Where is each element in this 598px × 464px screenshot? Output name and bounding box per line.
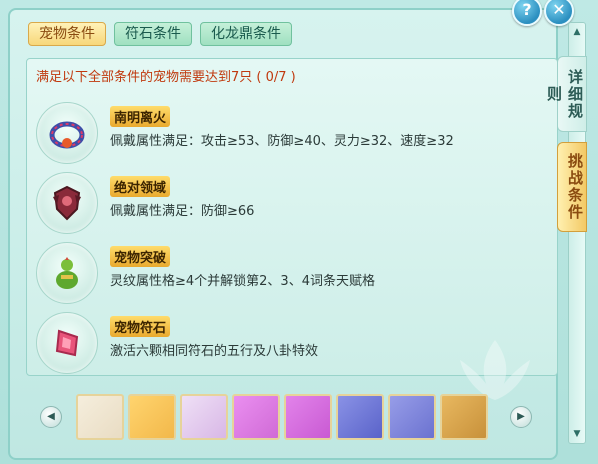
requirement-progress: ( 0/7 ) bbox=[256, 70, 296, 85]
requirement-header: 满足以下全部条件的宠物需要达到7只 ( 0/7 ) bbox=[36, 66, 296, 85]
scroll-down-icon[interactable]: ▼ bbox=[569, 427, 585, 441]
condition-row: 南明离火 佩戴属性满足：攻击≥53、防御≥40、灵力≥32、速度≥32 bbox=[36, 96, 556, 166]
pet-portrait-5[interactable] bbox=[284, 394, 332, 440]
pet-portrait-6[interactable] bbox=[336, 394, 384, 440]
requirement-text: 满足以下全部条件的宠物需要达到7只 bbox=[36, 70, 253, 85]
scroll-up-icon[interactable]: ▲ bbox=[569, 25, 585, 39]
condition-row: 宠物突破 灵纹属性格≥4个并解锁第2、3、4词条天赋格 bbox=[36, 236, 556, 306]
condition-description: 灵纹属性格≥4个并解锁第2、3、4词条天赋格 bbox=[110, 274, 375, 289]
prev-pets-button[interactable]: ◀ bbox=[40, 406, 62, 428]
pet-portrait-3[interactable] bbox=[180, 394, 228, 440]
pet-portrait-7[interactable] bbox=[388, 394, 436, 440]
tab-rune-conditions[interactable]: 符石条件 bbox=[114, 22, 192, 46]
armor-icon bbox=[36, 172, 98, 234]
condition-title: 绝对领域 bbox=[110, 176, 171, 197]
pet-portrait-4[interactable] bbox=[232, 394, 280, 440]
pet-strip: ◀ ▶ bbox=[38, 392, 538, 442]
side-tab-detailed-rules[interactable]: 详细规则 bbox=[545, 56, 587, 132]
next-pets-button[interactable]: ▶ bbox=[510, 406, 532, 428]
condition-description: 佩戴属性满足：防御≥66 bbox=[110, 204, 255, 219]
fire-ring-icon bbox=[36, 102, 98, 164]
pet-portrait-8[interactable] bbox=[440, 394, 488, 440]
gourd-icon bbox=[36, 242, 98, 304]
tab-pet-conditions[interactable]: 宠物条件 bbox=[28, 22, 106, 46]
pet-portrait-2[interactable] bbox=[128, 394, 176, 440]
condition-description: 佩戴属性满足：攻击≥53、防御≥40、灵力≥32、速度≥32 bbox=[110, 134, 454, 149]
rune-stone-icon bbox=[36, 312, 98, 374]
pet-list bbox=[76, 394, 488, 440]
pet-portrait-1[interactable] bbox=[76, 394, 124, 440]
condition-title: 宠物突破 bbox=[110, 246, 171, 267]
condition-description: 激活六颗相同符石的五行及八卦特效 bbox=[110, 344, 319, 359]
condition-tabs: 宠物条件 符石条件 化龙鼎条件 bbox=[28, 22, 292, 46]
condition-row: 绝对领域 佩戴属性满足：防御≥66 bbox=[36, 166, 556, 236]
condition-title: 南明离火 bbox=[110, 106, 171, 127]
side-tab-challenge-conditions[interactable]: 挑战条件 bbox=[557, 142, 587, 232]
condition-title: 宠物符石 bbox=[110, 316, 171, 337]
tab-dragon-cauldron-conditions[interactable]: 化龙鼎条件 bbox=[200, 22, 292, 46]
